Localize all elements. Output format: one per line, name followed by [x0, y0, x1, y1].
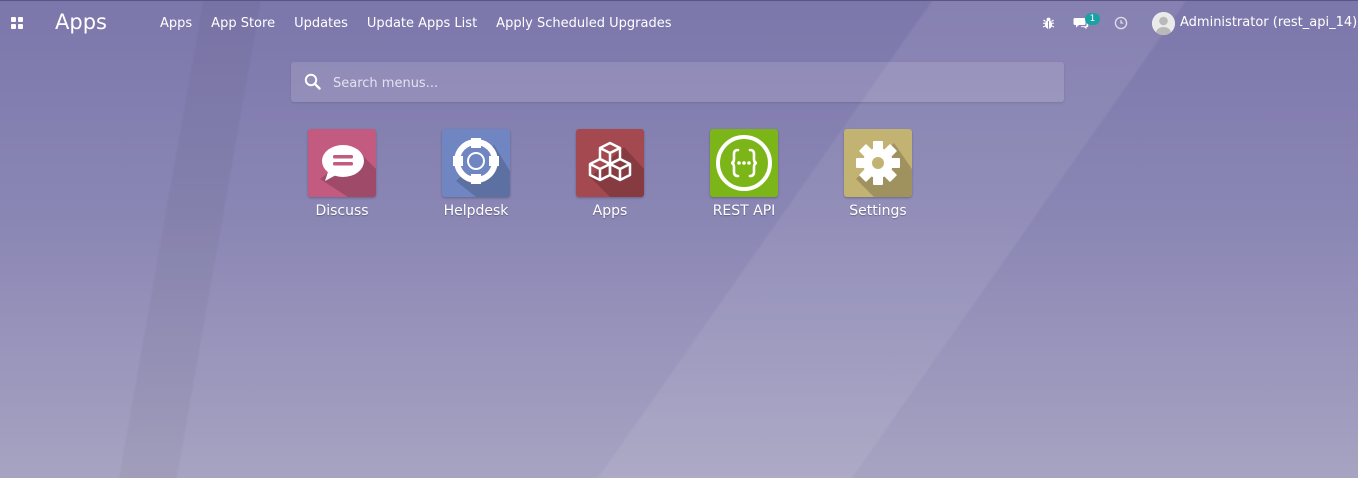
menu-item-app-store[interactable]: App Store	[211, 16, 275, 31]
rest-api-icon	[710, 129, 778, 197]
app-tile-rest-api[interactable]: REST API	[694, 129, 794, 219]
user-menu[interactable]: Administrator (rest_api_14)	[1180, 15, 1357, 30]
discuss-icon	[308, 129, 376, 197]
messages-count-badge: 1	[1085, 13, 1100, 25]
app-tile-helpdesk[interactable]: Helpdesk	[426, 129, 526, 219]
app-tile-discuss[interactable]: Discuss	[292, 129, 392, 219]
bug-icon[interactable]	[1042, 15, 1055, 34]
avatar[interactable]	[1152, 12, 1175, 35]
apps-cubes-icon	[576, 129, 644, 197]
apps-grid-icon[interactable]	[11, 17, 24, 29]
menu-item-update-apps-list[interactable]: Update Apps List	[367, 16, 477, 31]
menu-item-updates[interactable]: Updates	[294, 16, 348, 31]
menu-item-apply-scheduled-upgrades[interactable]: Apply Scheduled Upgrades	[496, 16, 671, 31]
app-label-settings: Settings	[849, 203, 907, 219]
app-tile-apps[interactable]: Apps	[560, 129, 660, 219]
app-label-rest-api: REST API	[712, 203, 776, 219]
app-label-discuss: Discuss	[315, 203, 369, 219]
clock-icon[interactable]	[1114, 15, 1128, 34]
menu-item-apps[interactable]: Apps	[160, 16, 192, 31]
search-bar[interactable]	[291, 62, 1064, 104]
top-navbar: Apps Apps App Store Updates Update Apps …	[0, 0, 1358, 45]
search-input[interactable]	[331, 62, 1055, 104]
settings-gear-icon	[844, 129, 912, 197]
app-title: Apps	[55, 10, 107, 34]
top-menu: Apps App Store Updates Update Apps List …	[160, 1, 671, 46]
app-tile-settings[interactable]: Settings	[828, 129, 928, 219]
helpdesk-icon	[442, 129, 510, 197]
app-label-apps: Apps	[592, 203, 628, 219]
search-icon	[304, 73, 321, 94]
app-label-helpdesk: Helpdesk	[443, 203, 509, 219]
